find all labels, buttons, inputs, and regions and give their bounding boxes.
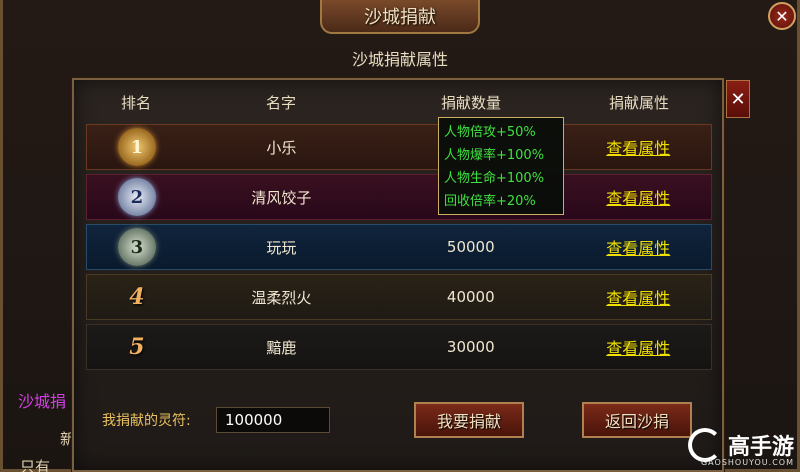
header-name: 名字: [265, 93, 296, 112]
donation-count: 50000: [446, 238, 495, 256]
background-text: 只有: [20, 458, 51, 472]
watermark-url: GAOSHOUYOU.COM: [700, 458, 794, 467]
rank-number: 4: [129, 284, 145, 310]
table-row: 1 小乐 查看属性: [86, 124, 712, 170]
table-row: 3 玩玩 50000 查看属性: [86, 224, 712, 270]
player-name: 玩玩: [266, 238, 297, 257]
tooltip-line: 人物倍攻+50%: [444, 125, 536, 140]
table-header: 排名 名字 捐献数量 捐献属性: [86, 88, 712, 116]
view-attribute-link[interactable]: 查看属性: [606, 339, 670, 358]
table-row: 2 清风饺子 查看属性: [86, 174, 712, 220]
header-rank: 排名: [120, 93, 151, 112]
donation-count: 40000: [446, 288, 495, 306]
window-subtitle: 沙城捐献属性: [351, 50, 448, 69]
brand-logo-icon: [687, 428, 722, 462]
tooltip-line: 人物生命+100%: [444, 171, 545, 186]
my-donation-field: 100000: [216, 407, 330, 433]
table-row: 5 黯鹿 30000 查看属性: [86, 324, 712, 370]
player-name: 清风饺子: [251, 188, 312, 207]
window-title: 沙城捐献: [320, 0, 480, 34]
player-name: 黯鹿: [266, 338, 297, 357]
tooltip-line: 人物爆率+100%: [444, 148, 545, 163]
rank-medal-bronze-icon: 3: [117, 228, 156, 266]
player-name: 小乐: [266, 138, 297, 157]
rank-medal-silver-icon: 2: [117, 178, 156, 216]
dialog-close-button[interactable]: ✕: [726, 80, 750, 118]
watermark-brand: 高手游: [727, 435, 794, 460]
watermark: 高手游 GAOSHOUYOU.COM: [674, 428, 794, 468]
tooltip-line: 回收倍率+20%: [444, 194, 536, 209]
rank-number: 5: [129, 334, 145, 360]
view-attribute-link[interactable]: 查看属性: [606, 139, 670, 158]
table-row: 4 温柔烈火 40000 查看属性: [86, 274, 712, 320]
player-name: 温柔烈火: [251, 288, 312, 307]
attribute-tooltip: 人物倍攻+50% 人物爆率+100% 人物生命+100% 回收倍率+20%: [438, 117, 564, 215]
donate-button[interactable]: 我要捐献: [414, 402, 524, 438]
header-attribute: 捐献属性: [608, 93, 669, 112]
rank-medal-gold-icon: 1: [117, 128, 156, 166]
header-count: 捐献数量: [440, 93, 501, 112]
outer-close-button[interactable]: ✕: [768, 2, 796, 30]
donation-count: 30000: [446, 338, 495, 356]
my-donation-label: 我捐献的灵符:: [102, 413, 191, 429]
view-attribute-link[interactable]: 查看属性: [606, 289, 670, 308]
view-attribute-link[interactable]: 查看属性: [606, 189, 670, 208]
view-attribute-link[interactable]: 查看属性: [606, 239, 670, 258]
background-text: 沙城捐: [18, 392, 67, 411]
